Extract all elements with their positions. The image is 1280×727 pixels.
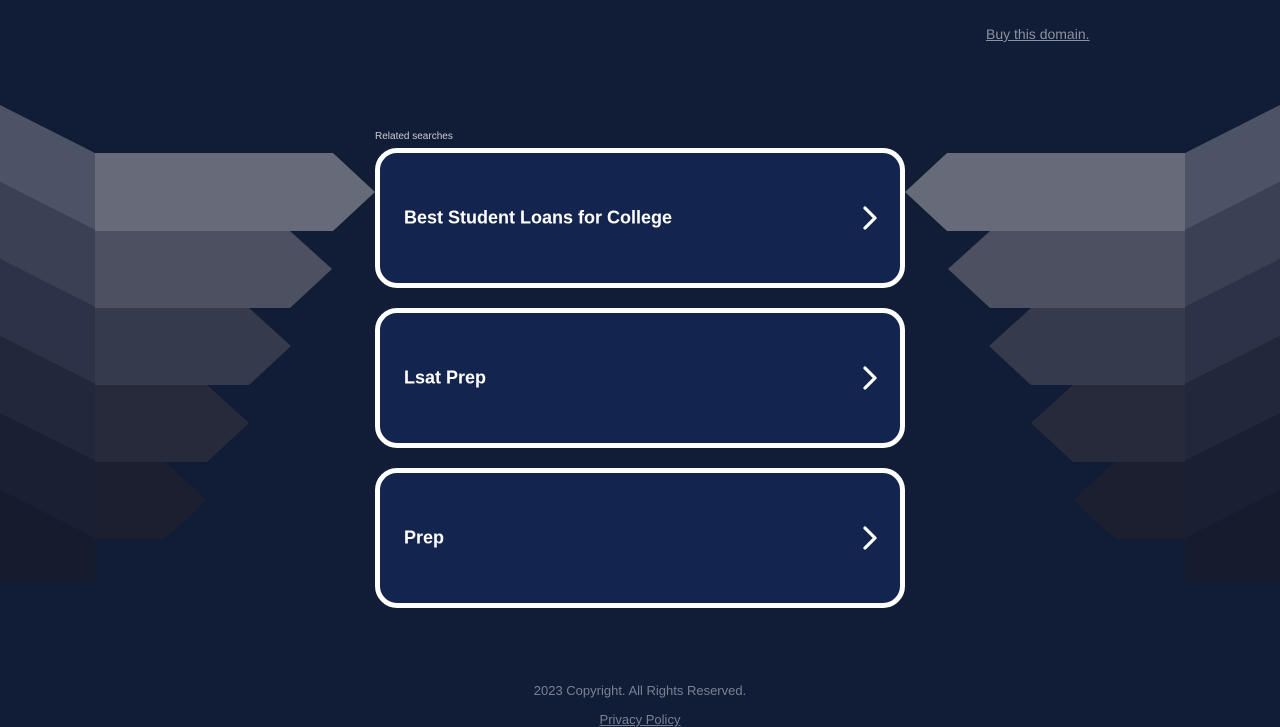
related-searches-label: Related searches bbox=[375, 131, 453, 142]
related-search-item-prep[interactable]: Prep bbox=[375, 468, 905, 608]
chevron-right-icon bbox=[863, 206, 877, 230]
related-search-item-lsat-prep[interactable]: Lsat Prep bbox=[375, 308, 905, 448]
chevron-right-icon bbox=[863, 526, 877, 550]
buy-domain-link[interactable]: Buy this domain. bbox=[986, 26, 1090, 42]
related-search-label: Lsat Prep bbox=[404, 367, 487, 388]
footer-copyright: 2023 Copyright. All Rights Reserved. bbox=[533, 683, 747, 698]
related-search-label: Best Student Loans for College bbox=[404, 207, 673, 228]
related-search-label: Prep bbox=[404, 527, 445, 548]
chevron-right-icon bbox=[863, 366, 877, 390]
related-search-item-best-student-loans[interactable]: Best Student Loans for College bbox=[375, 148, 905, 288]
